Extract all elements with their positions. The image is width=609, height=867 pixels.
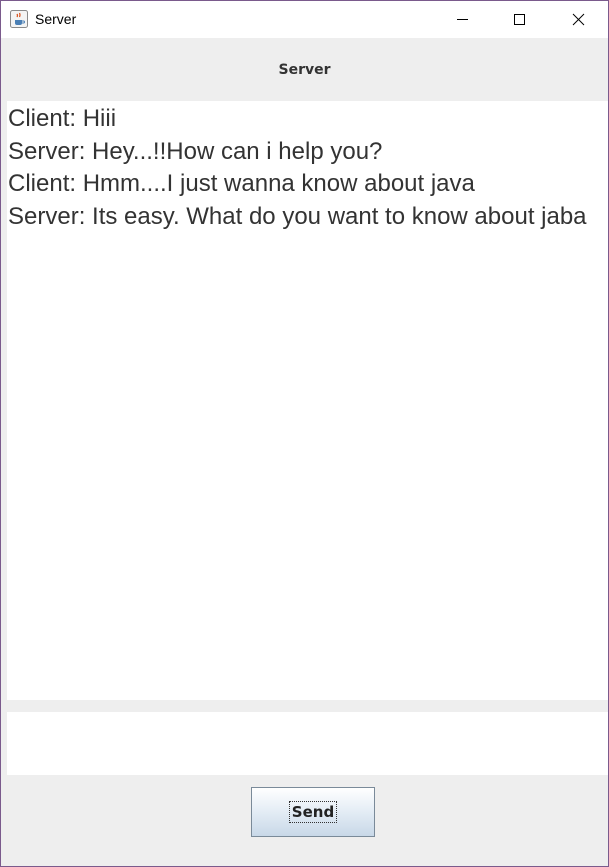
- close-button[interactable]: [550, 1, 608, 38]
- minimize-icon: [457, 19, 468, 20]
- window-title: Server: [35, 11, 77, 27]
- chat-message: Server: Its easy. What do you want to kn…: [8, 203, 587, 230]
- java-cup-icon: [10, 10, 28, 28]
- minimize-button[interactable]: [433, 1, 491, 38]
- message-input[interactable]: [7, 712, 608, 775]
- maximize-icon: [514, 14, 525, 25]
- send-button-label: Send: [288, 801, 338, 823]
- chat-message: Client: Hiii: [8, 105, 117, 132]
- header-title: Server: [278, 62, 331, 78]
- send-button[interactable]: Send: [251, 787, 375, 837]
- chat-transcript[interactable]: Client: Hiii Server: Hey...!!How can i h…: [7, 101, 608, 700]
- chat-message: Client: Hmm....I just wanna know about j…: [8, 170, 475, 197]
- close-icon: [572, 13, 585, 26]
- maximize-button[interactable]: [491, 1, 549, 38]
- header-panel: Server: [1, 38, 608, 100]
- title-bar[interactable]: Server: [1, 1, 608, 38]
- server-window: Server Server Client: Hiii Server: Hey..…: [0, 0, 609, 867]
- chat-message: Server: Hey...!!How can i help you?: [8, 138, 383, 165]
